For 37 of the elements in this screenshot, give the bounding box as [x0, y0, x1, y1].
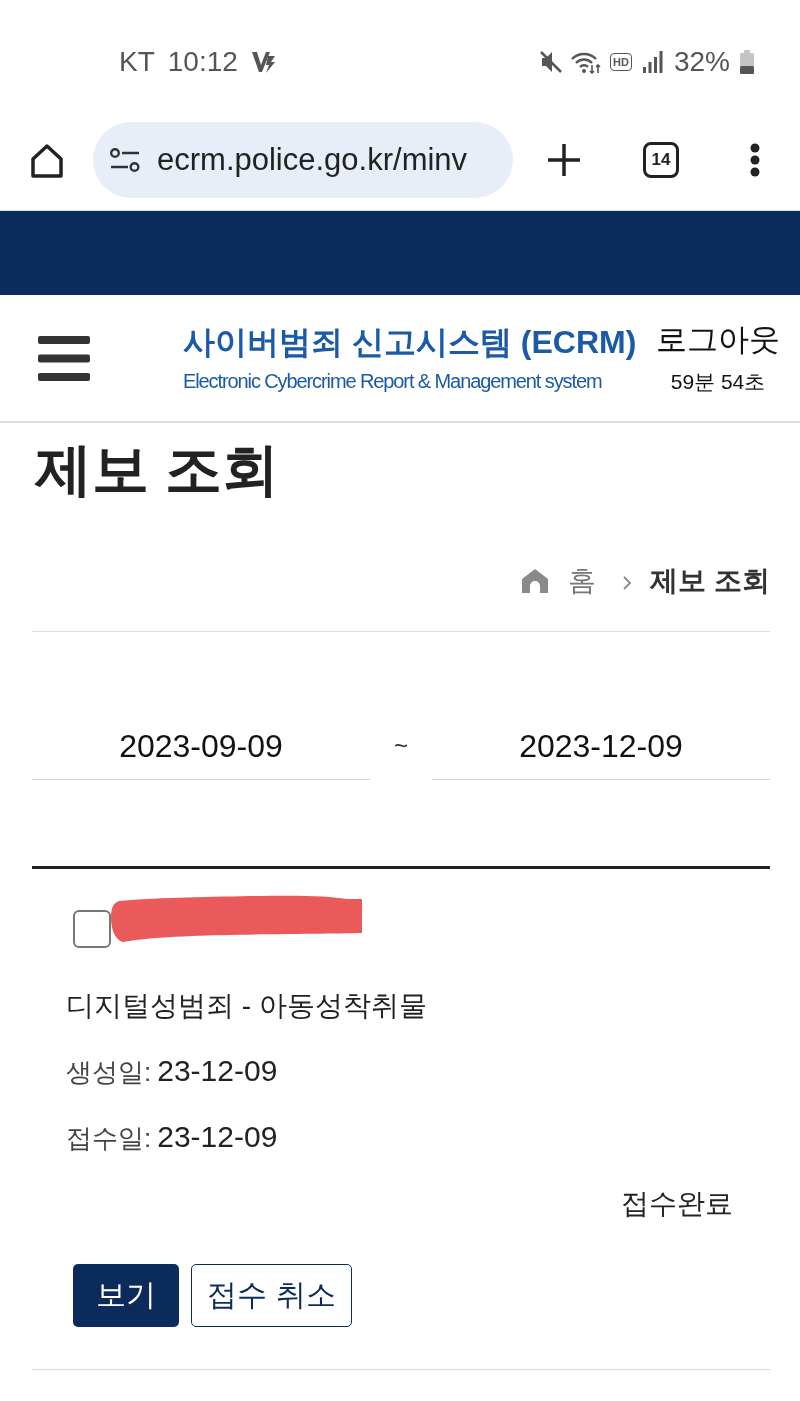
battery-percent: 32% [673, 46, 730, 78]
tab-switcher-button[interactable]: 14 [643, 142, 679, 178]
date-label: 접수일: [66, 1122, 152, 1155]
site-title[interactable]: 사이버범죄 신고시스템 (ECRM) [183, 322, 638, 362]
hd-indicator: HD [610, 53, 632, 71]
new-tab-plus-icon[interactable] [548, 144, 580, 176]
page-title: 제보 조회 [35, 436, 280, 503]
checkbox[interactable] [73, 910, 111, 948]
signal-icon [642, 51, 663, 73]
session-timer: 59분 54초 [670, 369, 766, 395]
battery-icon [740, 50, 754, 74]
menu-icon[interactable] [38, 335, 90, 381]
start-date-field[interactable]: 2023-09-09 [32, 720, 370, 780]
cancel-button[interactable]: 접수 취소 [191, 1264, 352, 1327]
range-separator: ~ [393, 731, 409, 761]
bolt-icon [251, 51, 276, 73]
url-text: ecrm.police.go.kr/minv [157, 142, 468, 178]
more-icon[interactable] [750, 143, 760, 177]
mute-icon [540, 50, 563, 74]
report-category: 디지털성범죄 - 아동성착취물 [65, 989, 428, 1023]
clock-time: 10:12 [167, 46, 238, 78]
carrier-label: KT [119, 46, 155, 78]
date-value: 23-12-09 [157, 1053, 278, 1089]
breadcrumb-link[interactable]: 제보 조회 [650, 562, 770, 600]
wifi-icon [571, 50, 602, 74]
view-button[interactable]: 보기 [73, 1264, 179, 1327]
chevron-icon [623, 576, 632, 590]
home-icon[interactable] [30, 142, 64, 178]
date-value: 23-12-09 [157, 1119, 278, 1155]
site-settings-icon[interactable] [110, 148, 140, 172]
end-date-field[interactable]: 2023-12-09 [432, 720, 770, 780]
date-label: 생성일: [66, 1056, 152, 1089]
address-bar[interactable]: ecrm.police.go.kr/minv [93, 122, 513, 198]
logout-link[interactable]: 로그아웃 [656, 320, 780, 360]
report-status: 접수완료 [621, 1187, 733, 1221]
site-subtitle: Electronic Cybercrime Report & Management system [183, 369, 603, 394]
breadcrumb-link[interactable]: 홈 [568, 562, 597, 600]
